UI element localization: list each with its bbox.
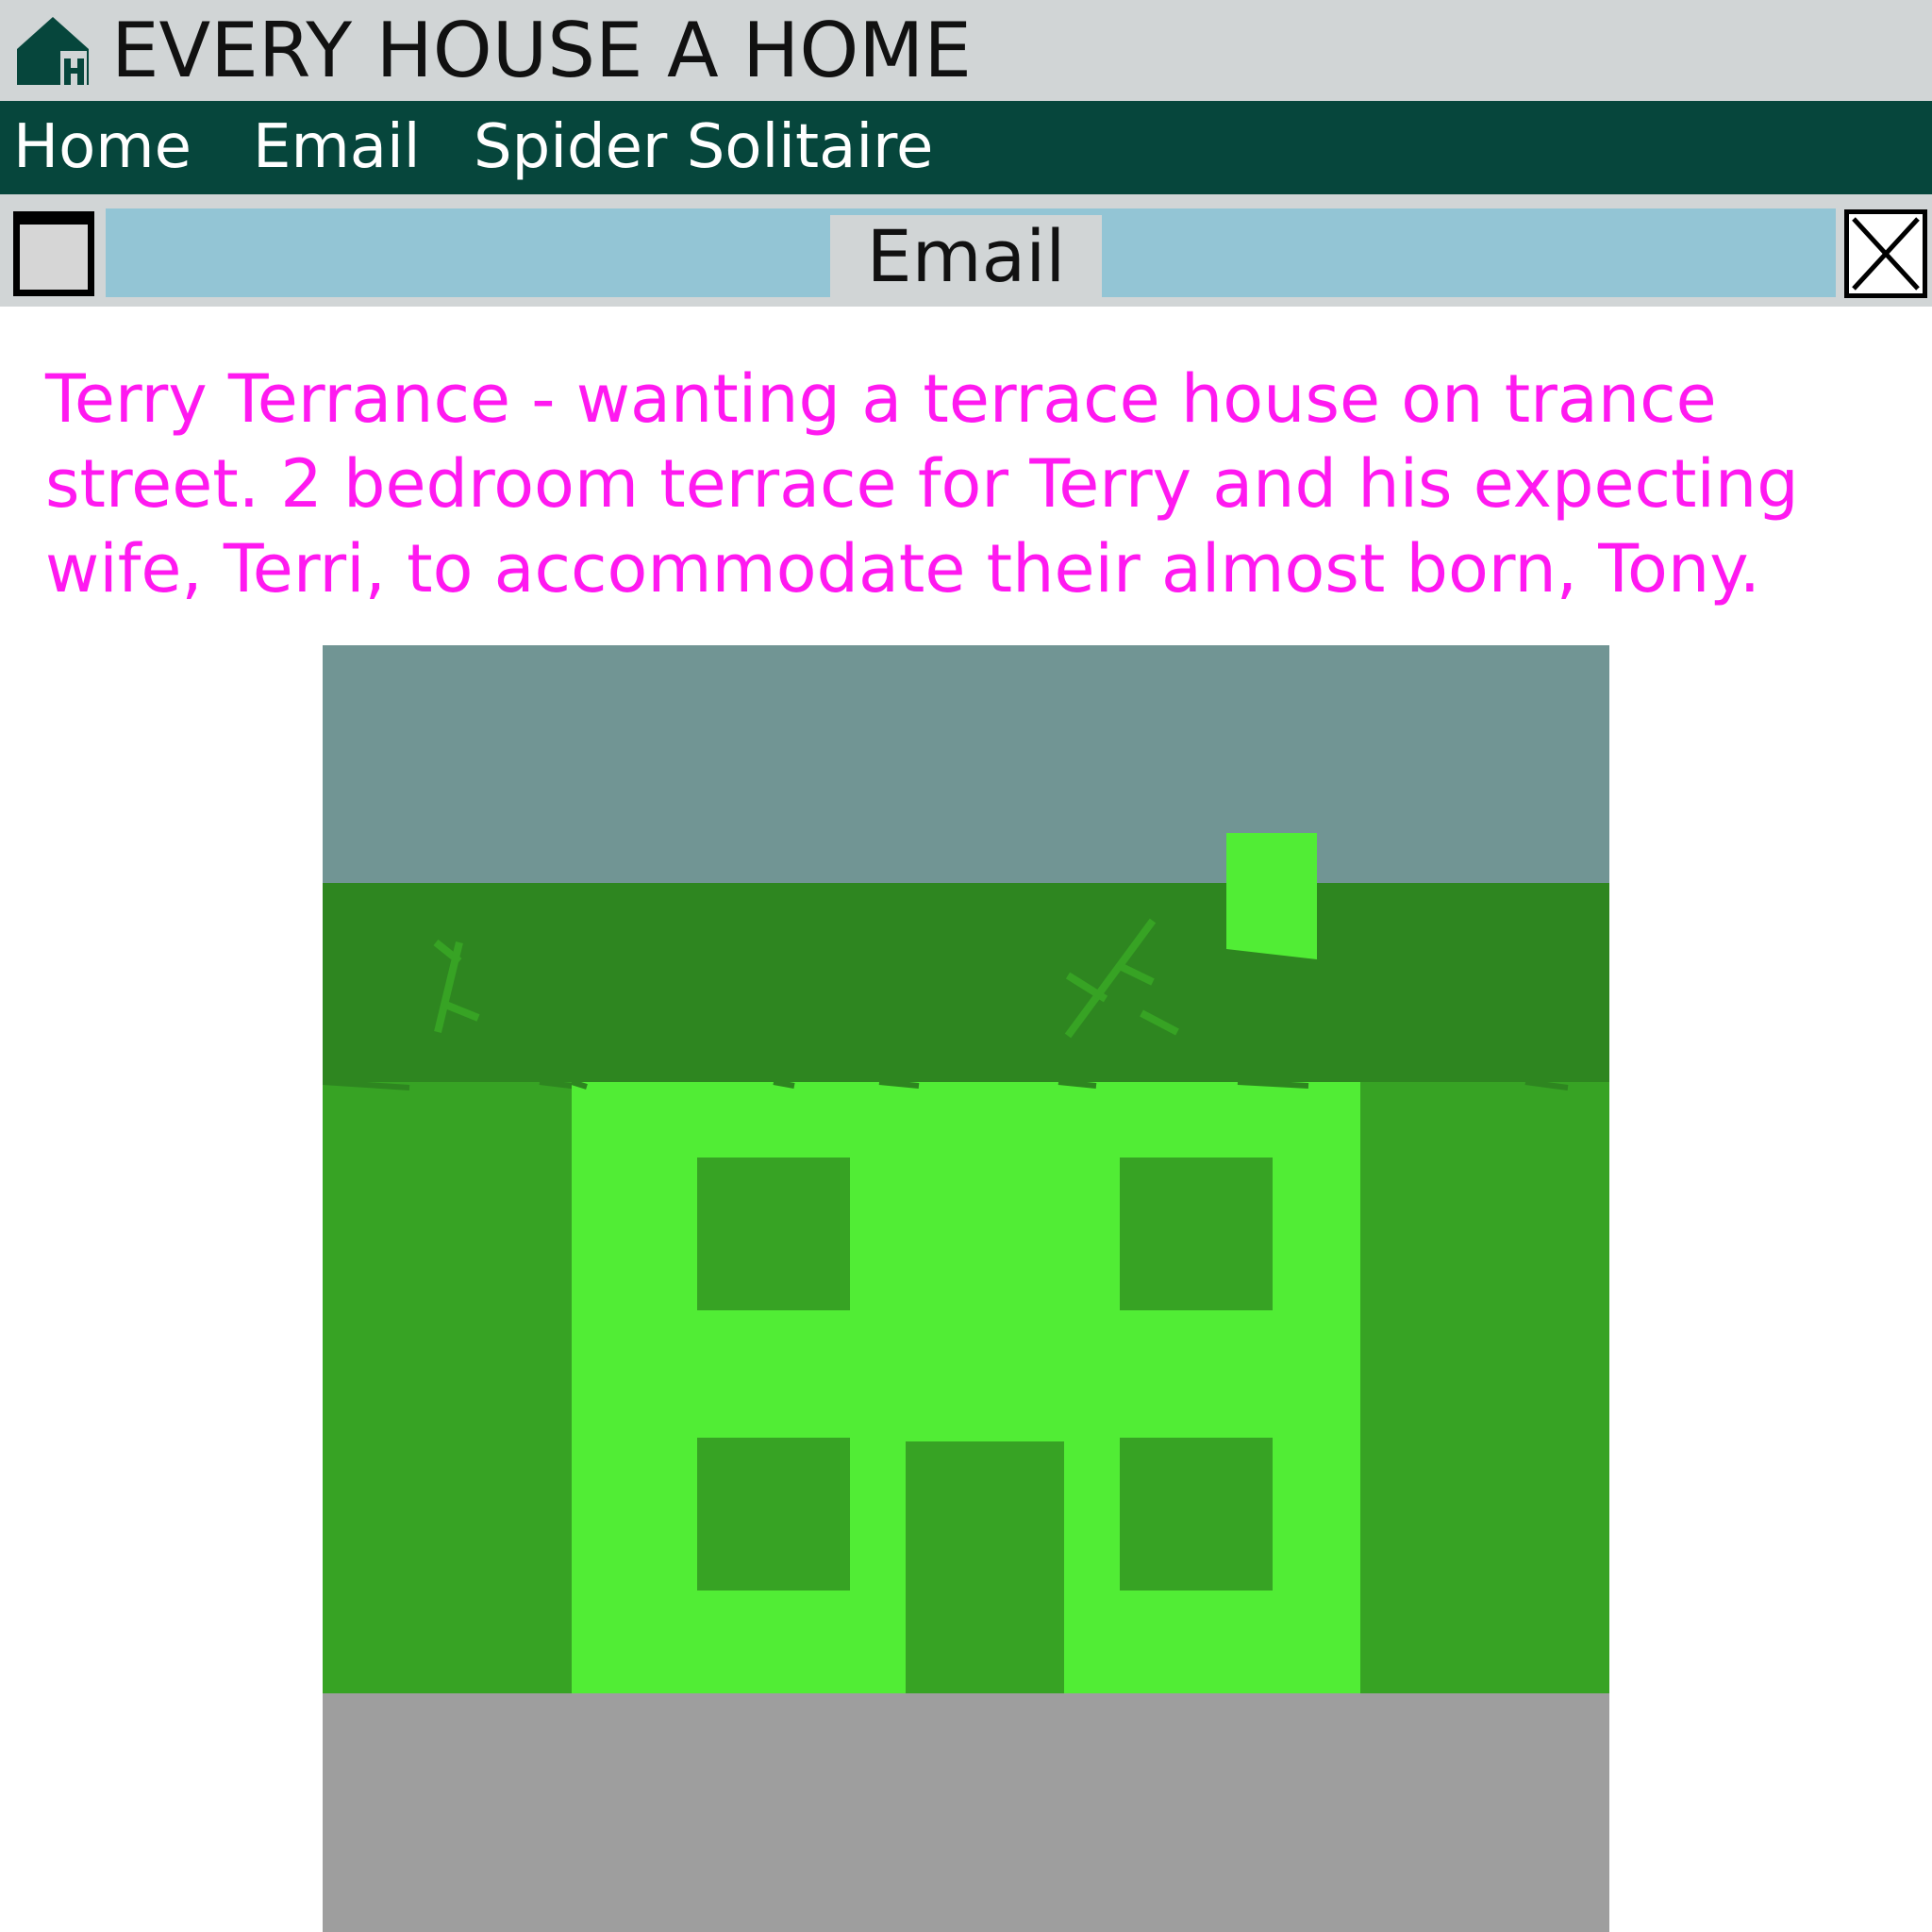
nav-bar: Home Email Spider Solitaire (0, 101, 1932, 194)
app-title: EVERY HOUSE A HOME (111, 7, 972, 94)
sky (323, 645, 1609, 883)
nav-item-spider-solitaire[interactable]: Spider Solitaire (474, 101, 933, 194)
window-title-strip: Email (106, 208, 1836, 298)
window-upper-left (697, 1158, 850, 1310)
chimney (1226, 833, 1317, 959)
window-icon[interactable] (13, 211, 94, 296)
house-logo-icon (17, 17, 89, 85)
front-door (906, 1441, 1064, 1693)
close-icon (1849, 214, 1923, 293)
road (323, 1693, 1609, 1932)
window-title-bar: Email (0, 194, 1932, 307)
close-button[interactable] (1844, 209, 1927, 298)
roof (323, 883, 1609, 1082)
terrace-house-image (323, 645, 1609, 1932)
window-title: Email (830, 215, 1102, 298)
neighbor-wall-left (323, 1082, 572, 1693)
nav-item-home[interactable]: Home (13, 101, 192, 194)
neighbor-wall-right (1360, 1082, 1609, 1693)
window-lower-right (1120, 1438, 1273, 1591)
title-bar: EVERY HOUSE A HOME (0, 0, 1932, 101)
email-body: Terry Terrance - wanting a terrace house… (45, 360, 1799, 608)
window-upper-right (1120, 1158, 1273, 1310)
nav-item-email[interactable]: Email (253, 101, 421, 194)
window-lower-left (697, 1438, 850, 1591)
